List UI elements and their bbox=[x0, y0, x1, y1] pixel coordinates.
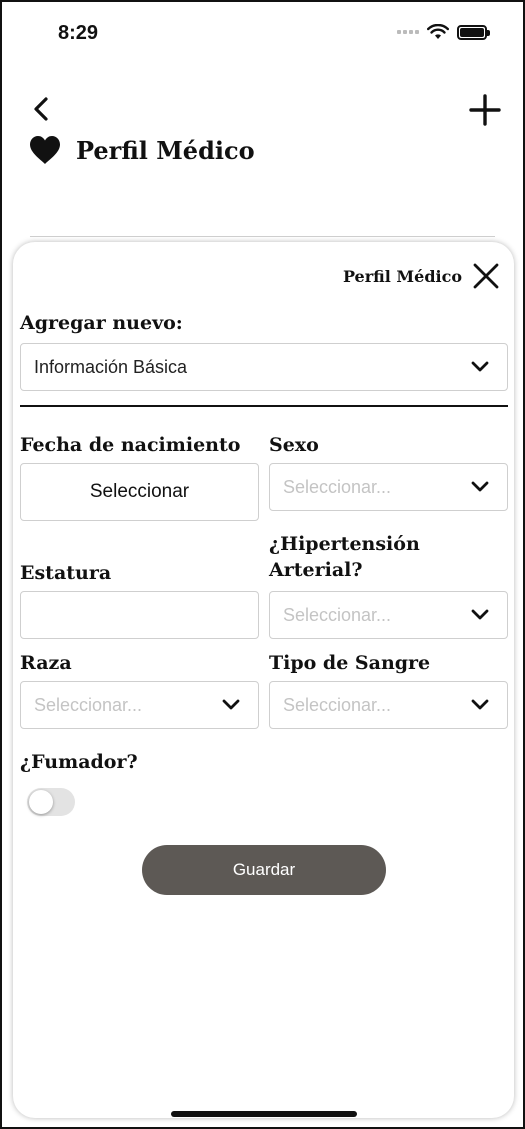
page-header: Perfil Médico bbox=[28, 134, 255, 166]
add-new-label: Agregar nuevo: bbox=[20, 312, 183, 334]
smoker-toggle[interactable] bbox=[27, 788, 75, 816]
race-select[interactable]: Seleccionar... bbox=[20, 681, 259, 729]
birth-date-label: Fecha de nacimiento bbox=[20, 434, 241, 456]
add-new-select[interactable]: Información Básica bbox=[20, 343, 508, 391]
heart-icon bbox=[30, 136, 60, 164]
hypertension-label-line1: ¿Hipertensión bbox=[269, 533, 420, 555]
status-time: 8:29 bbox=[58, 22, 99, 44]
chevron-down-icon bbox=[471, 361, 489, 372]
status-bar: 8:29 bbox=[2, 2, 523, 64]
wifi-icon bbox=[427, 24, 449, 39]
height-label: Estatura bbox=[20, 562, 112, 584]
race-label: Raza bbox=[20, 652, 72, 674]
toggle-knob bbox=[29, 790, 53, 814]
chevron-down-icon bbox=[471, 699, 489, 710]
page-title: Perfil Médico bbox=[76, 135, 255, 165]
sex-select[interactable]: Seleccionar... bbox=[269, 463, 508, 511]
header-divider bbox=[30, 236, 495, 237]
sex-placeholder: Seleccionar... bbox=[283, 476, 392, 497]
hypertension-label: ¿Hipertensión Arterial? bbox=[269, 532, 420, 583]
status-icons bbox=[397, 24, 490, 40]
hypertension-label-line2: Arterial? bbox=[269, 558, 363, 581]
height-input[interactable] bbox=[20, 591, 259, 639]
phone-frame: 8:29 Perfil Médico Perfil Médico Agregar… bbox=[0, 0, 525, 1129]
hypertension-placeholder: Seleccionar... bbox=[283, 604, 392, 625]
battery-icon bbox=[457, 24, 490, 40]
hypertension-select[interactable]: Seleccionar... bbox=[269, 591, 508, 639]
back-button[interactable] bbox=[26, 94, 56, 124]
chevron-down-icon bbox=[471, 481, 489, 492]
chevron-down-icon bbox=[471, 609, 489, 620]
plus-icon bbox=[469, 94, 501, 126]
blood-type-label: Tipo de Sangre bbox=[269, 652, 431, 674]
medical-profile-sheet: Perfil Médico Agregar nuevo: Información… bbox=[13, 242, 514, 1118]
save-button[interactable]: Guardar bbox=[142, 845, 386, 895]
blood-type-placeholder: Seleccionar... bbox=[283, 694, 392, 715]
signal-icon bbox=[397, 30, 419, 34]
sheet-header: Perfil Médico bbox=[343, 262, 500, 290]
home-indicator bbox=[171, 1111, 357, 1117]
add-new-value: Información Básica bbox=[34, 356, 188, 377]
race-placeholder: Seleccionar... bbox=[34, 694, 143, 715]
smoker-label: ¿Fumador? bbox=[20, 751, 138, 773]
close-icon[interactable] bbox=[472, 262, 500, 290]
add-button[interactable] bbox=[465, 90, 505, 130]
section-divider bbox=[20, 405, 508, 407]
chevron-down-icon bbox=[222, 699, 240, 710]
sex-label: Sexo bbox=[269, 434, 319, 456]
blood-type-select[interactable]: Seleccionar... bbox=[269, 681, 508, 729]
birth-date-button[interactable]: Seleccionar bbox=[20, 463, 259, 521]
sheet-title: Perfil Médico bbox=[342, 266, 462, 286]
chevron-left-icon bbox=[34, 97, 48, 121]
